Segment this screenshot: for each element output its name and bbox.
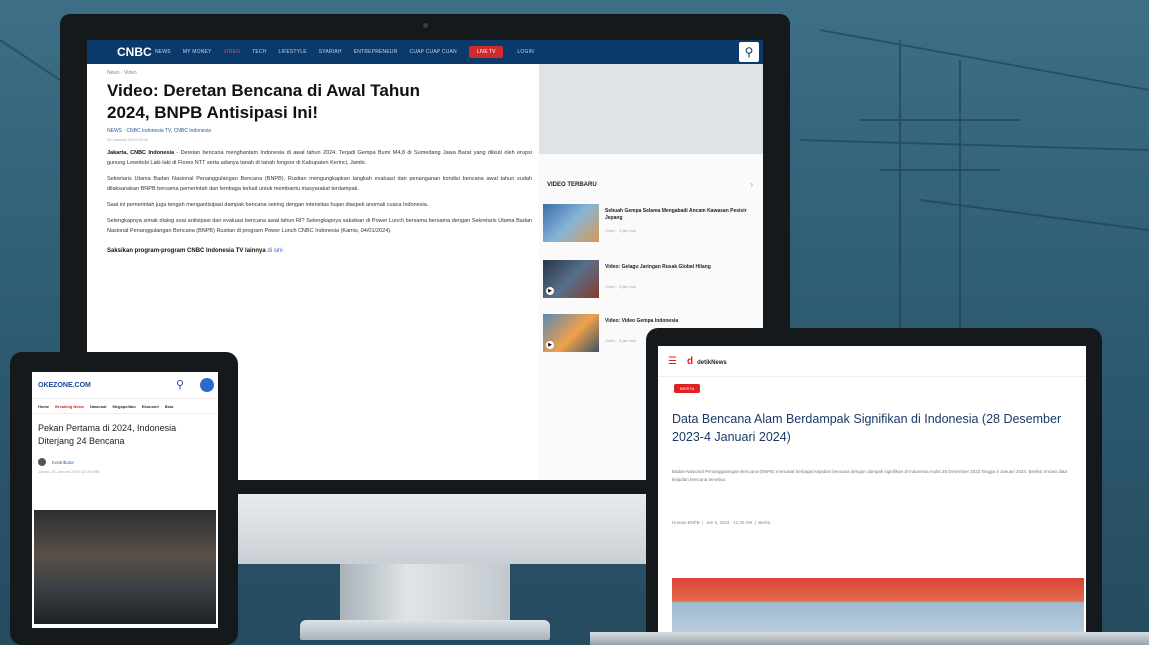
tab-nav-ekonomi[interactable]: Ekonomi [142,404,159,409]
article-paragraph: Sekretaris Utama Badan Nasional Penanggu… [107,176,532,192]
nav-lifestyle[interactable]: LIFESTYLE [279,49,307,55]
article-byline[interactable]: NEWS · CNBC Indonesia TV, CNBC Indonesia [107,128,532,134]
tab-nav-home[interactable]: Home [38,404,49,409]
chevron-right-icon[interactable]: › [750,180,753,189]
avatar[interactable] [200,378,214,392]
flood-photo [34,510,216,624]
logo-main: OKE [38,381,54,389]
detik-logo[interactable]: d detikNews [687,356,727,367]
meta-author[interactable]: Humas BNPB [672,520,700,525]
article-lead: Jakarta, CNBC Indonesia - Deretan bencan… [107,148,532,168]
nav-entrepreneur[interactable]: ENTREPRENEUR [354,49,398,55]
video-thumbnail[interactable]: ▶ [543,314,599,352]
hamburger-menu-icon[interactable]: ☰ [668,356,677,367]
nav-news[interactable]: NEWS [155,49,171,55]
headline-line-2: 2024, BNPB Antisipasi Ini! [107,103,318,122]
article-column: News · Video Video: Deretan Bencana di A… [107,70,532,254]
nav-syariah[interactable]: SYARIAH [319,49,342,55]
detik-logo-text: detikNews [697,359,727,366]
article-headline: Video: Deretan Bencana di Awal Tahun 202… [107,80,532,124]
headline-line-1: Video: Deretan Bencana di Awal Tahun [107,81,420,100]
video-thumbnail[interactable] [543,204,599,242]
laptop-base [590,632,1149,645]
tablet: OKEZONE.COM ⚲ Home Breaking News Nasiona… [10,352,238,645]
login-link[interactable]: LOGIN [517,49,534,55]
webcam [423,23,428,28]
promo-text: Saksikan program-program CNBC Indonesia … [107,248,266,254]
laptop: ☰ d detikNews BERITA Data Bencana Alam Be… [646,328,1102,638]
nav-video[interactable]: VIDEO [224,49,241,55]
logo-sub: ZONE.COM [53,381,91,389]
article-paragraph: Saat ini pemerintah juga tengah menganti… [107,202,429,208]
search-icon[interactable]: ⚲ [176,378,184,391]
search-icon[interactable]: ⚲ [739,42,759,62]
tab-nav-bola[interactable]: Bola [165,404,174,409]
laptop-article-description: Badan Nasional Penanggulangan Bencana (B… [672,469,1068,482]
tablet-header: OKEZONE.COM ⚲ [32,372,218,399]
tab-nav-breaking[interactable]: Breaking News [55,404,84,409]
live-tv-button[interactable]: LIVE TV [468,46,504,58]
monitor-stand-foot [300,620,550,640]
nav-cuap-cuap-cuan[interactable]: CUAP CUAP CUAN [410,49,457,55]
video-meta: Video · 2 jam lalu [605,228,636,233]
article-paragraph: Selengkapnya simak dialog soal antisipas… [107,218,532,234]
tablet-screen: OKEZONE.COM ⚲ Home Breaking News Nasiona… [32,372,218,628]
site-logo[interactable]: CNBC [117,44,152,60]
ad-placeholder [539,64,763,154]
okezone-logo[interactable]: OKEZONE.COM [38,382,91,389]
tablet-article-date: Jumat, 05 Januari 2024 12:00 WIB [38,469,100,474]
latest-videos-title: VIDEO TERBARU [547,182,597,188]
play-icon[interactable]: ▶ [546,341,554,349]
video-item[interactable]: ▶ Video: Gelagu Jaringan Rusak Global Hi… [543,260,759,300]
nav-my-money[interactable]: MY MONEY [183,49,212,55]
breadcrumb[interactable]: News · Video [107,70,532,76]
tablet-author-name[interactable]: Kontributor [52,460,74,465]
meta-date: Jan 5, 2024 · 11:30 AM [705,520,753,525]
laptop-screen: ☰ d detikNews BERITA Data Bencana Alam Be… [658,346,1086,636]
tablet-article-title: Pekan Pertama di 2024, Indonesia Diterja… [38,423,177,446]
nav-tech[interactable]: TECH [252,49,266,55]
detik-logo-mark: d [686,355,694,367]
video-title[interactable]: Sebuah Gempa Selama Mengabadi Ancam Kawa… [605,208,755,222]
play-icon[interactable]: ▶ [546,287,554,295]
tv-promo: Saksikan program-program CNBC Indonesia … [107,248,532,254]
video-title[interactable]: Video: Video Gempa Indonesia [605,318,755,325]
video-meta: Video · 5 jam lalu [605,338,636,343]
laptop-header: ☰ d detikNews [658,346,1086,377]
user-icon [38,458,46,466]
video-item[interactable]: Sebuah Gempa Selama Mengabadi Ancam Kawa… [543,204,759,244]
site-navbar: CNBC NEWS MY MONEY VIDEO TECH LIFESTYLE … [87,40,763,64]
monitor-stand-neck [340,564,510,624]
tablet-author-row: Kontributor [38,458,212,466]
article-date: 04 January 2024 10:00 [107,137,148,142]
lead-location: Jakarta, CNBC Indonesia [107,150,175,156]
meta-tag[interactable]: Berita [758,520,770,525]
tablet-nav: Home Breaking News Nasional Megapolitan … [32,399,218,414]
category-badge[interactable]: BERITA [674,384,701,393]
promo-link[interactable]: di sini [267,248,282,254]
tab-nav-nasional[interactable]: Nasional [90,404,107,409]
laptop-article-meta: Humas BNPB | Jan 5, 2024 · 11:30 AM | Be… [672,520,771,525]
laptop-article-title: Data Bencana Alam Berdampak Signifikan d… [672,412,1062,444]
video-meta: Video · 3 jam lalu [605,284,636,289]
tab-nav-megapolitan[interactable]: Megapolitan [112,404,135,409]
article-hero-image [672,578,1084,636]
video-thumbnail[interactable]: ▶ [543,260,599,298]
video-title[interactable]: Video: Gelagu Jaringan Rusak Global Hila… [605,264,755,271]
